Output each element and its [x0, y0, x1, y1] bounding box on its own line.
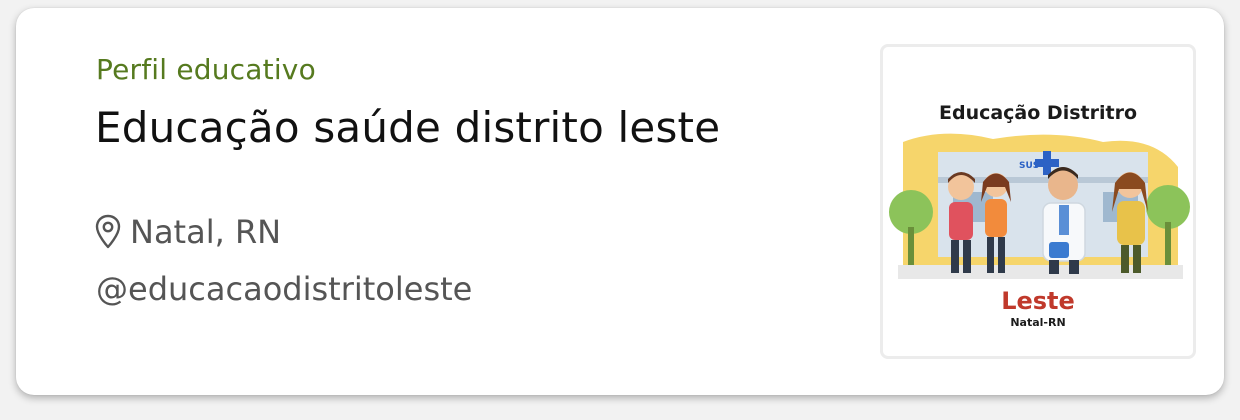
profile-card[interactable]: Perfil educativo Educação saúde distrito… — [16, 8, 1224, 395]
image-leste: Leste — [1001, 287, 1075, 315]
image-city: Natal-RN — [1010, 316, 1065, 329]
profile-handle: @educacaodistritoleste — [96, 270, 473, 308]
image-title: Educação Distritro — [939, 102, 1137, 124]
location-row: Natal, RN — [94, 208, 281, 256]
profile-category: Perfil educativo — [96, 53, 316, 86]
profile-image[interactable]: Educação Distritro SUS Leste Natal-RN — [880, 44, 1196, 359]
profile-illustration: Educação Distritro SUS Leste Natal-RN — [889, 102, 1190, 329]
map-pin-icon — [95, 214, 121, 249]
location-text: Natal, RN — [130, 213, 282, 251]
profile-name: Educação saúde distrito leste — [95, 103, 721, 152]
